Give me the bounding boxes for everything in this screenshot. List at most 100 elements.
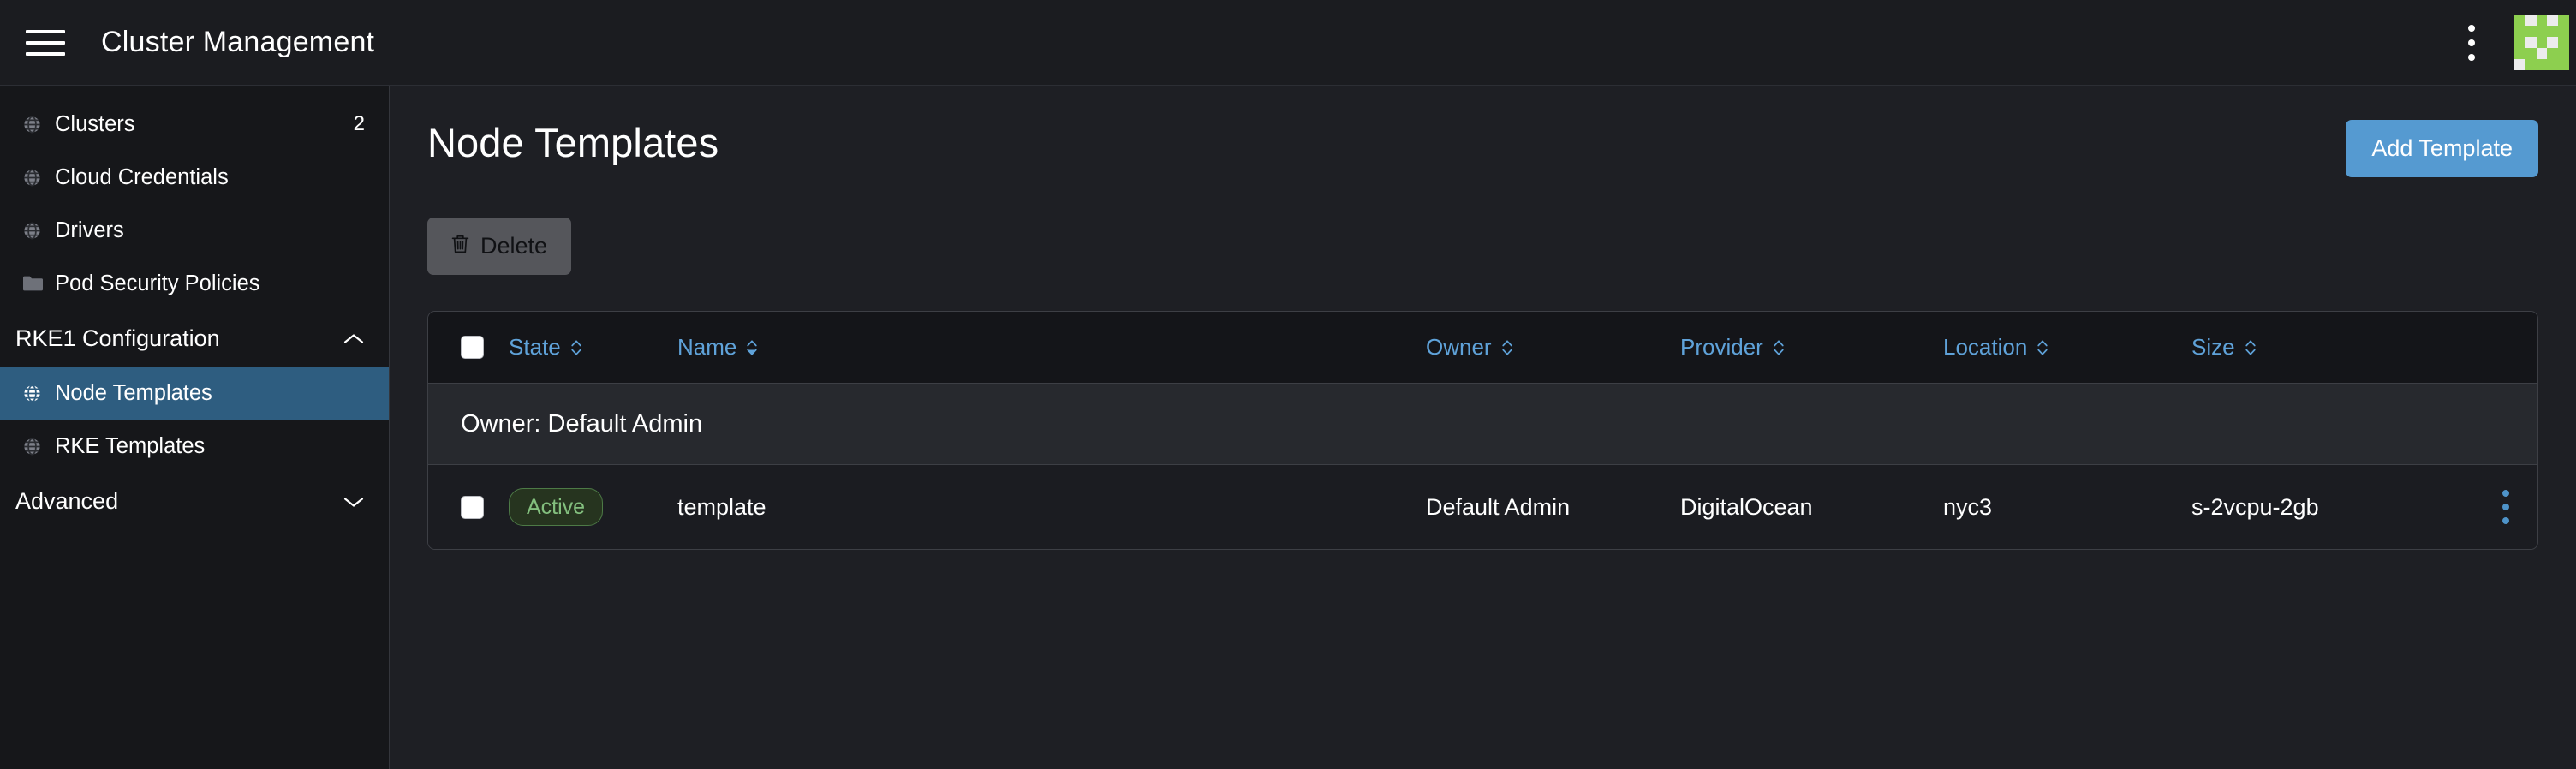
column-header-owner[interactable]: Owner (1426, 334, 1680, 361)
table-group-row: Owner: Default Admin (428, 383, 2537, 465)
avatar-cell (2525, 15, 2537, 27)
avatar-cell (2547, 58, 2559, 70)
sort-icon (1501, 337, 1513, 358)
app-root: Cluster Management Clusters 2 Cloud Cred… (0, 0, 2576, 769)
row-kebab-menu-icon[interactable] (2496, 483, 2516, 531)
chevron-up-icon (343, 325, 365, 352)
avatar-cell (2547, 26, 2559, 38)
cell-name[interactable]: template (677, 494, 1426, 521)
avatar-cell (2525, 58, 2537, 70)
hamburger-icon[interactable] (26, 28, 65, 57)
column-header-label: State (509, 334, 561, 360)
sidebar-item-label: Drivers (55, 218, 124, 242)
column-header-size[interactable]: Size (2191, 334, 2474, 361)
column-header-label: Location (1943, 334, 2028, 360)
avatar-cell (2514, 26, 2525, 38)
add-template-button[interactable]: Add Template (2346, 120, 2538, 177)
table-row[interactable]: Active template Default Admin DigitalOce… (428, 465, 2537, 549)
sidebar-group-advanced[interactable]: Advanced (0, 473, 389, 529)
avatar-cell (2558, 26, 2569, 38)
sidebar-item-label: Clusters (55, 111, 135, 136)
cell-provider: DigitalOcean (1680, 493, 1813, 520)
avatar-cell (2514, 15, 2525, 27)
avatar-cell (2514, 47, 2525, 59)
cell-state: Active (509, 487, 677, 527)
delete-button[interactable]: Delete (427, 218, 572, 275)
sidebar-item-pod-security-policies[interactable]: Pod Security Policies (0, 257, 389, 310)
avatar-cell (2525, 47, 2537, 59)
avatar-cell (2536, 26, 2548, 38)
app-body: Clusters 2 Cloud Credentials Drivers Pod… (0, 86, 2576, 769)
avatar-cell (2536, 58, 2548, 70)
avatar-cell (2536, 47, 2548, 59)
status-badge: Active (509, 487, 604, 527)
globe-icon (22, 221, 48, 241)
avatar-cell (2547, 37, 2559, 48)
avatar-cell (2525, 26, 2537, 38)
cell-owner: Default Admin (1426, 493, 1571, 520)
sidebar-group-label: Advanced (15, 487, 119, 514)
column-header-location[interactable]: Location (1943, 334, 2191, 361)
column-header-label: Size (2191, 334, 2235, 360)
cell-size: s-2vcpu-2gb (2191, 493, 2319, 520)
avatar-cell (2514, 37, 2525, 48)
avatar-cell (2547, 47, 2559, 59)
cell-location: nyc3 (1943, 493, 1993, 520)
globe-icon (22, 384, 48, 403)
header-actions (2453, 0, 2576, 85)
avatar-cell (2558, 37, 2569, 48)
sidebar: Clusters 2 Cloud Credentials Drivers Pod… (0, 86, 390, 769)
page-header: Node Templates Add Template (427, 120, 2538, 177)
sidebar-item-drivers[interactable]: Drivers (0, 204, 389, 257)
avatar-cell (2558, 15, 2569, 27)
node-templates-table: State Name Owner Provider Location Size … (427, 311, 2538, 550)
table-header-row: State Name Owner Provider Location Size (428, 312, 2537, 383)
sidebar-item-label: Cloud Credentials (55, 164, 229, 189)
cell-actions (2474, 483, 2537, 531)
select-all-checkbox[interactable] (461, 336, 484, 359)
sidebar-item-node-templates[interactable]: Node Templates (0, 367, 389, 420)
sort-icon (570, 337, 582, 358)
avatar-cell (2525, 37, 2537, 48)
template-name-link[interactable]: template (677, 494, 766, 521)
kebab-menu-icon[interactable] (2453, 17, 2490, 69)
delete-button-label: Delete (480, 233, 548, 259)
chevron-down-icon (343, 488, 365, 515)
sidebar-group-rke1-configuration[interactable]: RKE1 Configuration (0, 310, 389, 367)
sidebar-item-rke-templates[interactable]: RKE Templates (0, 420, 389, 473)
sidebar-item-clusters[interactable]: Clusters 2 (0, 98, 389, 151)
sidebar-group-label: RKE1 Configuration (15, 325, 220, 351)
row-select-cell (428, 495, 509, 519)
avatar-cell (2558, 58, 2569, 70)
avatar-cell (2536, 37, 2548, 48)
page-title: Node Templates (427, 120, 719, 165)
globe-icon (22, 168, 48, 188)
sort-icon (2036, 337, 2048, 358)
folder-icon (22, 275, 48, 292)
avatar-cell (2536, 15, 2548, 27)
trash-icon (451, 234, 469, 259)
page-header-title: Cluster Management (101, 26, 375, 58)
sidebar-item-cloud-credentials[interactable]: Cloud Credentials (0, 151, 389, 204)
main-content: Node Templates Add Template Delete State… (390, 86, 2576, 769)
avatar-cell (2558, 47, 2569, 59)
column-header-name[interactable]: Name (677, 334, 1426, 361)
column-header-label: Provider (1680, 334, 1763, 360)
select-all-cell (428, 336, 509, 359)
avatar-cell (2547, 15, 2559, 27)
globe-icon (22, 437, 48, 456)
top-header: Cluster Management (0, 0, 2576, 86)
sort-icon (1773, 337, 1785, 358)
avatar-cell (2514, 58, 2525, 70)
table-group-label: Owner: Default Admin (461, 409, 703, 438)
avatar[interactable] (2514, 15, 2569, 70)
column-header-state[interactable]: State (509, 334, 677, 361)
column-header-provider[interactable]: Provider (1680, 334, 1943, 361)
sidebar-item-label: RKE Templates (55, 433, 206, 458)
sidebar-item-label: Pod Security Policies (55, 271, 260, 295)
globe-icon (22, 115, 48, 134)
row-checkbox[interactable] (461, 495, 484, 519)
column-header-label: Name (677, 334, 737, 360)
table-toolbar: Delete (427, 218, 2538, 275)
sidebar-item-label: Node Templates (55, 380, 212, 405)
